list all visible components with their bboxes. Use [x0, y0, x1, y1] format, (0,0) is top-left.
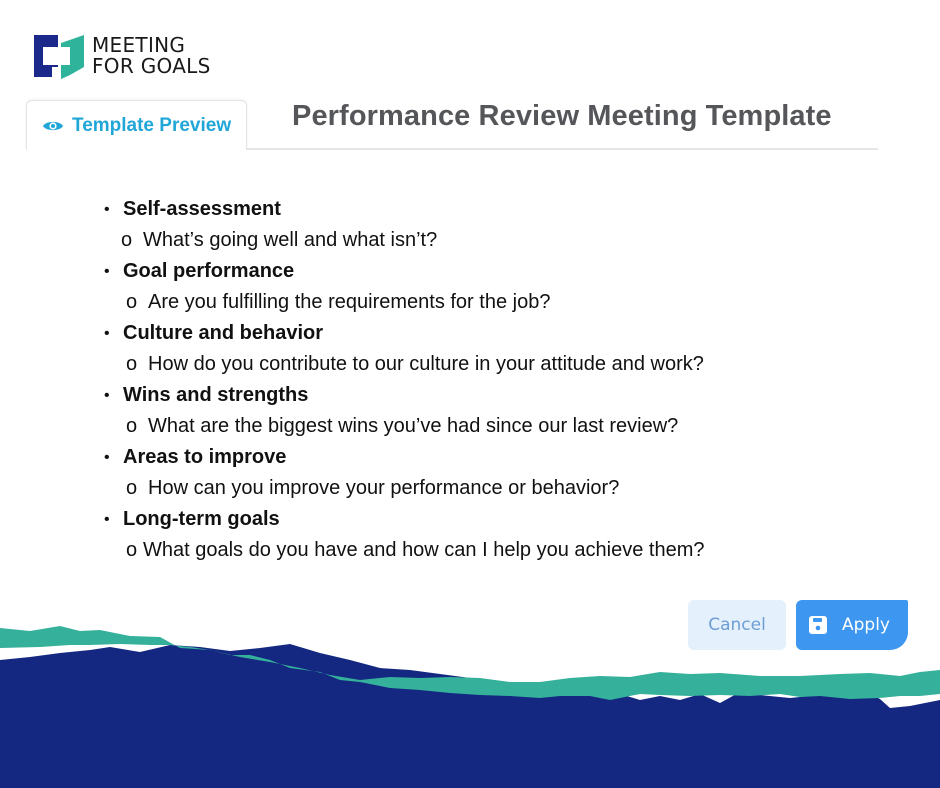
sub-bullet-marker: o: [126, 353, 138, 375]
agenda-item: • Culture and behavior: [104, 318, 824, 349]
sub-bullet-marker: o: [126, 539, 138, 561]
tab-label: Template Preview: [72, 114, 232, 136]
agenda-question-text: Are you fulfilling the requirements for …: [148, 291, 551, 313]
eye-icon: [43, 121, 63, 130]
agenda-item: • Self-assessment: [104, 194, 824, 225]
bullet-marker: •: [104, 510, 110, 528]
agenda-heading: Areas to improve: [123, 446, 287, 468]
sub-bullet-marker: o: [121, 229, 133, 251]
agenda-item: • Goal performance: [104, 256, 824, 287]
brand-line-2: FOR GOALS: [92, 54, 211, 78]
bullet-marker: •: [104, 262, 110, 280]
bullet-marker: •: [104, 200, 110, 218]
agenda-heading: Culture and behavior: [123, 322, 324, 344]
agenda-question: o How can you improve your performance o…: [104, 473, 824, 504]
sub-bullet-marker: o: [126, 477, 138, 499]
agenda-question-text: How do you contribute to our culture in …: [148, 353, 704, 375]
brand-name: MEETING FOR GOALS: [92, 35, 211, 77]
bullet-marker: •: [104, 448, 110, 466]
sub-bullet-marker: o: [126, 415, 138, 437]
agenda-heading: Goal performance: [123, 260, 295, 282]
logo-mark-icon: [34, 35, 84, 79]
agenda-item: • Long-term goals: [104, 504, 824, 535]
agenda-question: o How do you contribute to our culture i…: [104, 349, 824, 380]
agenda-question: o What are the biggest wins you’ve had s…: [104, 411, 824, 442]
brand-logo: MEETING FOR GOALS: [34, 33, 211, 79]
agenda-question: o What goals do you have and how can I h…: [104, 535, 824, 566]
sub-bullet-marker: o: [126, 291, 138, 313]
apply-label: Apply: [842, 615, 890, 635]
page-title: Performance Review Meeting Template: [292, 100, 832, 132]
agenda-heading: Wins and strengths: [123, 384, 309, 406]
agenda-question-text: How can you improve your performance or …: [148, 477, 620, 499]
agenda-question-text: What goals do you have and how can I hel…: [143, 539, 705, 561]
agenda-item: • Wins and strengths: [104, 380, 824, 411]
tab-template-preview[interactable]: Template Preview: [26, 100, 247, 150]
bullet-marker: •: [104, 324, 110, 342]
agenda-question-text: What are the biggest wins you’ve had sin…: [148, 415, 679, 437]
apply-button[interactable]: Apply: [796, 600, 908, 650]
agenda-question-text: What’s going well and what isn’t?: [143, 229, 438, 251]
save-icon: [809, 616, 827, 634]
bullet-marker: •: [104, 386, 110, 404]
agenda-question: o What’s going well and what isn’t?: [104, 225, 824, 256]
brand-line-1: MEETING: [92, 33, 186, 57]
agenda-item: • Areas to improve: [104, 442, 824, 473]
agenda-list: • Self-assessment o What’s going well an…: [104, 194, 824, 566]
agenda-heading: Long-term goals: [123, 508, 280, 530]
navy-wave: [0, 644, 940, 788]
cancel-button[interactable]: Cancel: [688, 600, 786, 650]
agenda-question: o Are you fulfilling the requirements fo…: [104, 287, 824, 318]
agenda-heading: Self-assessment: [123, 198, 281, 220]
